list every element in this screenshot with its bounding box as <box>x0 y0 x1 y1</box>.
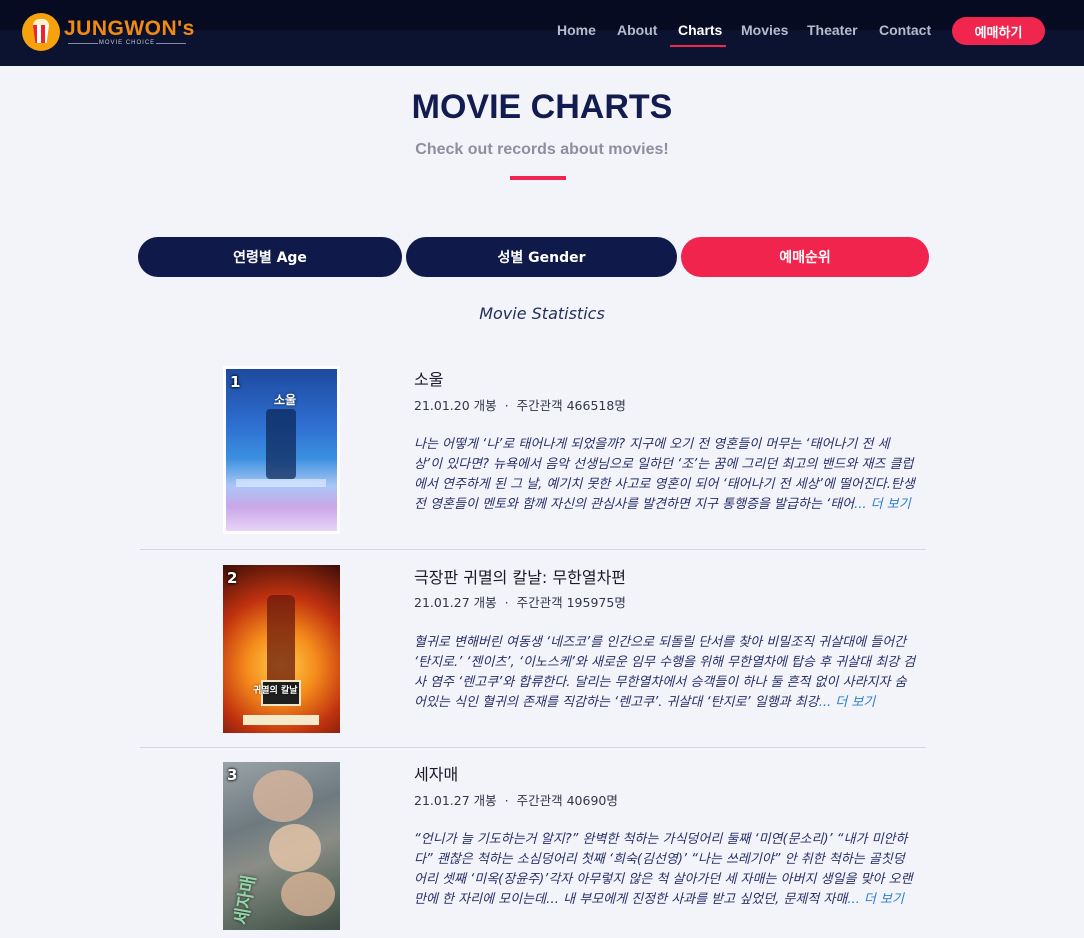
movie-item: 귀멸의 칼날 2 극장판 귀멸의 칼날: 무한열차편 21.01.27 개봉 · 주… <box>140 565 926 735</box>
movie-poster[interactable]: 세자매 3 <box>223 762 340 930</box>
movie-poster[interactable]: 소울 1 <box>223 366 340 534</box>
tab-reservation-rank[interactable]: 예매순위 <box>681 237 929 277</box>
nav-about[interactable]: About <box>617 22 657 38</box>
movie-meta: 21.01.27 개봉 · 주간관객 195975명 <box>414 595 626 610</box>
release-date: 21.01.20 개봉 <box>414 398 497 413</box>
title-divider <box>510 176 566 180</box>
movie-meta: 21.01.20 개봉 · 주간관객 466518명 <box>414 398 626 413</box>
nav-charts[interactable]: Charts <box>678 22 722 38</box>
nav-home[interactable]: Home <box>557 22 596 38</box>
section-label: Movie Statistics <box>479 304 605 323</box>
movie-description: 나는 어떻게 ‘나’로 태어나게 되었을까? 지구에 오기 전 영혼들이 머무는… <box>414 435 916 515</box>
movie-description: 혈귀로 변해버린 여동생 ‘네즈코’를 인간으로 되돌릴 단서를 찾아 비밀조직… <box>414 633 916 713</box>
movie-description: “언니가 늘 기도하는거 알지?” 완벽한 척하는 가식덩어리 둘째 ‘미연(문… <box>414 830 916 910</box>
movie-title[interactable]: 극장판 귀멸의 칼날: 무한열차편 <box>414 564 626 588</box>
audience-count: 주간관객 195975명 <box>516 595 626 610</box>
page-subtitle: Check out records about movies! <box>415 141 669 158</box>
release-date: 21.01.27 개봉 <box>414 793 497 808</box>
nav-theater[interactable]: Theater <box>807 22 858 38</box>
movie-item: 소울 1 소울 21.01.20 개봉 · 주간관객 466518명 나는 어떻게 … <box>140 366 926 536</box>
site-header: JUNGWON's MOVIE CHOICE Home About Charts… <box>0 0 1084 66</box>
tab-gender[interactable]: 성별 Gender <box>406 237 677 277</box>
poster-title: 세자매 <box>230 873 261 927</box>
tab-age[interactable]: 연령별 Age <box>138 237 402 277</box>
reserve-button[interactable]: 예매하기 <box>952 17 1045 45</box>
rank-badge: 1 <box>230 373 241 391</box>
movie-title[interactable]: 세자매 <box>414 761 458 785</box>
release-date: 21.01.27 개봉 <box>414 595 497 610</box>
movie-item: 세자매 3 세자매 21.01.27 개봉 · 주간관객 40690명 “언니가 늘… <box>140 762 926 932</box>
main-nav: Home About Charts Movies Theater Contact <box>0 22 1084 44</box>
nav-active-indicator <box>670 45 726 47</box>
read-more-link[interactable]: ... 더 보기 <box>819 695 876 710</box>
row-divider <box>140 549 926 550</box>
page-title: MOVIE CHARTS <box>411 88 673 126</box>
description-text: “언니가 늘 기도하는거 알지?” 완벽한 척하는 가식덩어리 둘째 ‘미연(문… <box>414 832 913 907</box>
read-more-link[interactable]: ... 더 보기 <box>854 497 911 512</box>
audience-count: 주간관객 466518명 <box>516 398 626 413</box>
nav-contact[interactable]: Contact <box>879 22 931 38</box>
poster-title: 소울 <box>274 393 297 407</box>
movie-poster[interactable]: 귀멸의 칼날 2 <box>223 565 340 733</box>
poster-title: 귀멸의 칼날 <box>253 686 298 696</box>
movie-title[interactable]: 소울 <box>414 366 443 390</box>
nav-movies[interactable]: Movies <box>741 22 788 38</box>
rank-badge: 3 <box>227 766 238 784</box>
row-divider <box>140 747 926 748</box>
rank-badge: 2 <box>227 569 238 587</box>
description-text: 나는 어떻게 ‘나’로 태어나게 되었을까? 지구에 오기 전 영혼들이 머무는… <box>414 437 915 512</box>
audience-count: 주간관객 40690명 <box>516 793 618 808</box>
read-more-link[interactable]: ... 더 보기 <box>847 892 904 907</box>
movie-meta: 21.01.27 개봉 · 주간관객 40690명 <box>414 793 618 808</box>
